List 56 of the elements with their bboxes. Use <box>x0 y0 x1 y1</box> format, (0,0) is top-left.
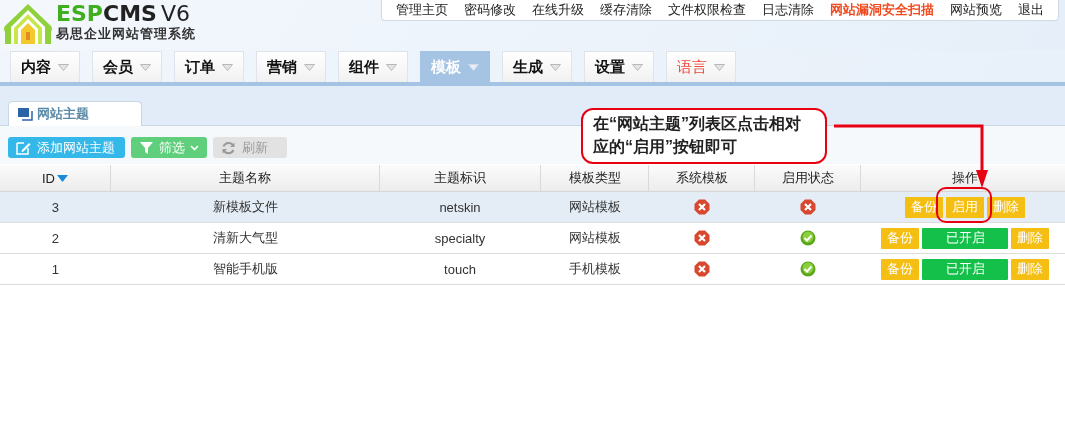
top-link[interactable]: 管理主页 <box>388 1 456 19</box>
page-tab[interactable]: 网站主题 <box>8 101 142 126</box>
filter-icon <box>139 140 154 155</box>
column-header: 系统模板 <box>648 165 755 192</box>
table-cell: 智能手机版 <box>110 253 380 285</box>
nav-tab[interactable]: 语言 <box>666 51 736 82</box>
caret-icon <box>550 63 561 71</box>
nav-tab[interactable]: 设置 <box>584 51 654 82</box>
table-cell: 新模板文件 <box>110 191 380 223</box>
top-link[interactable]: 在线升级 <box>524 1 592 19</box>
column-header: 模板类型 <box>540 165 649 192</box>
highlight-ring <box>936 187 992 223</box>
nav-tab[interactable]: 组件 <box>338 51 408 82</box>
column-header: 主题名称 <box>110 165 380 192</box>
column-header: 主题标识 <box>379 165 541 192</box>
table-cell: 网站模板 <box>540 191 649 223</box>
table-cell: 1 <box>0 253 111 285</box>
table-cell: 手机模板 <box>540 253 649 285</box>
refresh-icon <box>221 140 236 155</box>
top-link[interactable]: 退出 <box>1010 1 1052 19</box>
table-cell: 3 <box>0 191 111 223</box>
table-cell: specialty <box>379 222 541 254</box>
column-header: 操作 <box>860 165 1065 192</box>
caret-icon <box>222 63 233 71</box>
table-cell: 清新大气型 <box>110 222 380 254</box>
caret-icon <box>468 63 479 71</box>
caret-icon <box>632 63 643 71</box>
window-icon <box>18 107 33 121</box>
nav-tab[interactable]: 生成 <box>502 51 572 82</box>
caret-icon <box>140 63 151 71</box>
caret-icon <box>58 63 69 71</box>
top-link[interactable]: 文件权限检查 <box>660 1 754 19</box>
top-link[interactable]: 网站预览 <box>942 1 1010 19</box>
top-link[interactable]: 缓存清除 <box>592 1 660 19</box>
table-cell: netskin <box>379 191 541 223</box>
nav-tab[interactable]: 订单 <box>174 51 244 82</box>
logo-subtitle: 易思企业网站管理系统 <box>56 26 196 42</box>
nav-tab[interactable]: 内容 <box>10 51 80 82</box>
edit-icon <box>16 140 31 155</box>
logo-title: ESPCMS V6 <box>56 2 191 26</box>
table-cell: 2 <box>0 222 111 254</box>
nav-tab[interactable]: 会员 <box>92 51 162 82</box>
chevron-icon <box>190 144 199 151</box>
logo-icon <box>3 2 53 44</box>
top-link[interactable]: 密码修改 <box>456 1 524 19</box>
caret-icon <box>386 63 397 71</box>
column-header[interactable]: ID <box>0 165 111 192</box>
table-cell: touch <box>379 253 541 285</box>
callout-bubble: 在“网站主题”列表区点击相对应的“启用”按钮即可 <box>581 108 827 164</box>
top-link[interactable]: 日志清除 <box>754 1 822 19</box>
nav-tab[interactable]: 营销 <box>256 51 326 82</box>
caret-icon <box>304 63 315 71</box>
table-cell: 网站模板 <box>540 222 649 254</box>
top-link[interactable]: 网站漏洞安全扫描 <box>822 1 942 19</box>
column-header: 启用状态 <box>754 165 861 192</box>
caret-icon <box>714 63 725 71</box>
